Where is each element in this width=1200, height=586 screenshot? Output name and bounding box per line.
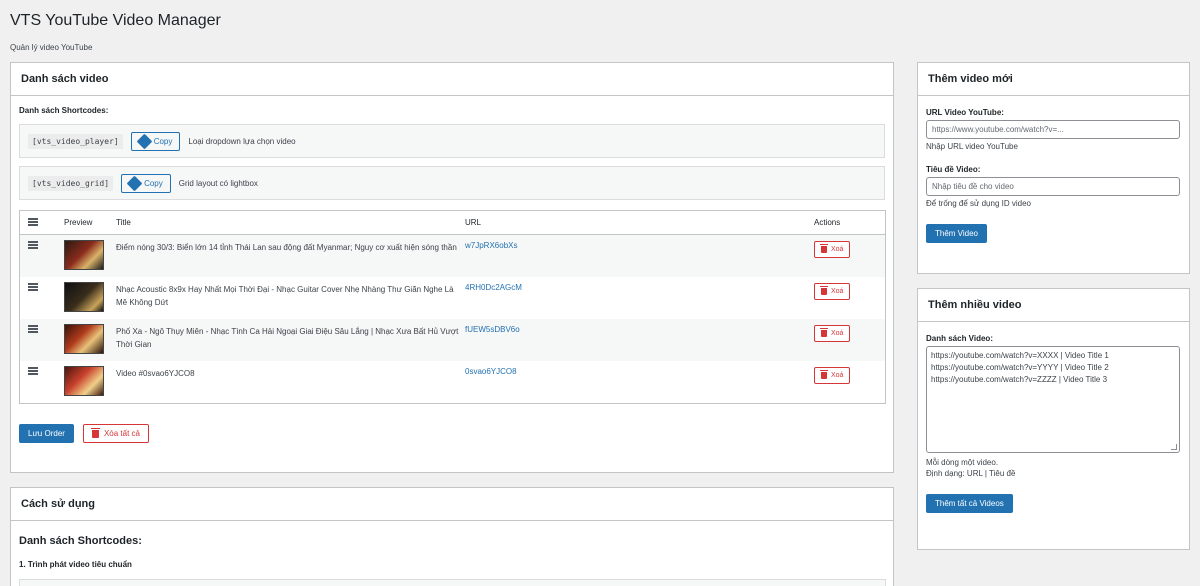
title-input[interactable] xyxy=(926,177,1180,196)
save-order-button[interactable]: Lưu Order xyxy=(19,424,74,443)
add-video-button[interactable]: Thêm Video xyxy=(926,224,987,243)
shortcode-row: [vts_video_player] Copy Loại dropdown lự… xyxy=(19,124,885,158)
trash-icon xyxy=(820,370,828,379)
shortcode-code: [vts_video_grid] xyxy=(28,175,114,191)
add-video-heading: Thêm video mới xyxy=(918,63,1189,96)
video-url[interactable]: 4RH0Dc2AGcM xyxy=(465,283,814,292)
video-title: Điểm nóng 30/3: Biển lớn 14 tỉnh Thái La… xyxy=(116,243,457,252)
video-title: Video #0svao6YJCO8 xyxy=(116,369,195,378)
add-video-panel: Thêm video mới URL Video YouTube: Nhập U… xyxy=(917,62,1190,274)
video-table: Preview Title URL Actions Điểm nóng 30/3… xyxy=(19,210,886,404)
video-title: Phố Xa - Ngô Thụy Miên - Nhạc Tình Ca Hả… xyxy=(116,327,459,349)
menu-icon xyxy=(28,217,38,226)
video-thumbnail xyxy=(64,240,104,270)
page-subtitle: Quản lý video YouTube xyxy=(10,43,93,52)
tag-icon xyxy=(126,175,143,191)
column-title: Title xyxy=(116,218,131,227)
video-list-panel: Danh sách video Danh sách Shortcodes: [v… xyxy=(10,62,894,473)
drag-handle-icon[interactable] xyxy=(28,325,38,333)
url-label: URL Video YouTube: xyxy=(926,108,1004,117)
trash-icon xyxy=(90,427,100,438)
delete-button[interactable]: Xoá xyxy=(814,283,851,300)
url-input[interactable] xyxy=(926,120,1180,139)
add-all-videos-button[interactable]: Thêm tất cả Videos xyxy=(926,494,1013,513)
usage-heading: Cách sử dụng xyxy=(11,488,893,521)
table-row: Điểm nóng 30/3: Biển lớn 14 tỉnh Thái La… xyxy=(20,235,885,277)
url-hint: Nhập URL video YouTube xyxy=(926,142,1018,151)
drag-handle-icon[interactable] xyxy=(28,241,38,249)
copy-button[interactable]: Copy xyxy=(121,173,171,193)
video-thumbnail xyxy=(64,324,104,354)
shortcode-description: Loại dropdown lựa chọn video xyxy=(188,136,296,146)
delete-button[interactable]: Xoá xyxy=(814,367,851,384)
trash-icon xyxy=(820,328,828,337)
textarea-line: https://youtube.com/watch?v=ZZZZ | Video… xyxy=(931,375,1108,384)
delete-label: Xoá xyxy=(831,246,844,253)
video-list-textarea[interactable]: https://youtube.com/watch?v=XXXX | Video… xyxy=(926,346,1180,453)
copy-label: Copy xyxy=(144,178,163,188)
table-row: Phố Xa - Ngô Thụy Miên - Nhạc Tình Ca Hả… xyxy=(20,319,885,361)
delete-all-button[interactable]: Xóa tất cả xyxy=(82,424,149,443)
textarea-line: https://youtube.com/watch?v=XXXX | Video… xyxy=(931,351,1109,360)
shortcode-row: [vts_video_grid] Copy Grid layout có lig… xyxy=(19,166,885,200)
drag-handle-icon[interactable] xyxy=(28,367,38,375)
page-title: VTS YouTube Video Manager xyxy=(10,12,221,29)
usage-panel: Cách sử dụng Danh sách Shortcodes: 1. Tr… xyxy=(10,487,894,586)
usage-item: 1. Trình phát video tiêu chuẩn xyxy=(19,560,132,569)
copy-label: Copy xyxy=(153,136,173,146)
video-title: Nhạc Acoustic 8x9x Hay Nhất Mọi Thời Đại… xyxy=(116,285,454,307)
title-hint: Để trống để sử dụng ID video xyxy=(926,199,1031,208)
delete-label: Xoá xyxy=(831,288,844,295)
column-actions: Actions xyxy=(814,218,841,227)
shortcode-description: Grid layout có lightbox xyxy=(178,178,258,188)
multi-hint-1: Mỗi dòng một video. xyxy=(926,458,999,467)
video-list-label: Danh sách Video: xyxy=(926,334,993,343)
shortcodes-label: Danh sách Shortcodes: xyxy=(19,106,109,115)
trash-icon xyxy=(820,244,828,253)
add-multiple-heading: Thêm nhiều video xyxy=(918,289,1189,322)
tag-icon xyxy=(136,133,152,149)
trash-icon xyxy=(820,286,828,295)
delete-button[interactable]: Xoá xyxy=(814,325,851,342)
column-preview: Preview xyxy=(64,218,93,227)
video-thumbnail xyxy=(64,366,104,396)
delete-button[interactable]: Xoá xyxy=(814,241,851,258)
video-thumbnail xyxy=(64,282,104,312)
copy-button[interactable]: Copy xyxy=(130,131,181,151)
title-label: Tiêu đề Video: xyxy=(926,165,981,174)
video-list-heading: Danh sách video xyxy=(11,63,893,96)
delete-label: Xoá xyxy=(831,372,844,379)
delete-label: Xoá xyxy=(831,330,844,337)
table-header: Preview Title URL Actions xyxy=(20,211,885,235)
code-block xyxy=(19,579,886,586)
table-row: Nhạc Acoustic 8x9x Hay Nhất Mọi Thời Đại… xyxy=(20,277,885,319)
video-url[interactable]: fUEW5sDBV6o xyxy=(465,325,814,334)
multi-hint-2: Định dạng: URL | Tiêu đề xyxy=(926,469,1016,478)
drag-handle-icon[interactable] xyxy=(28,283,38,291)
video-url[interactable]: 0svao6YJCO8 xyxy=(465,367,814,376)
column-url: URL xyxy=(465,218,482,227)
table-row: Video #0svao6YJCO8 0svao6YJCO8 Xoá xyxy=(20,361,885,403)
textarea-line: https://youtube.com/watch?v=YYYY | Video… xyxy=(931,363,1109,372)
add-multiple-panel: Thêm nhiều video Danh sách Video: https:… xyxy=(917,288,1190,550)
shortcode-code: [vts_video_player] xyxy=(28,133,123,149)
video-url[interactable]: w7JpRX6obXs xyxy=(465,241,814,250)
delete-all-label: Xóa tất cả xyxy=(103,429,140,438)
resize-handle-icon[interactable] xyxy=(1171,444,1177,450)
usage-subheading: Danh sách Shortcodes: xyxy=(19,535,142,547)
